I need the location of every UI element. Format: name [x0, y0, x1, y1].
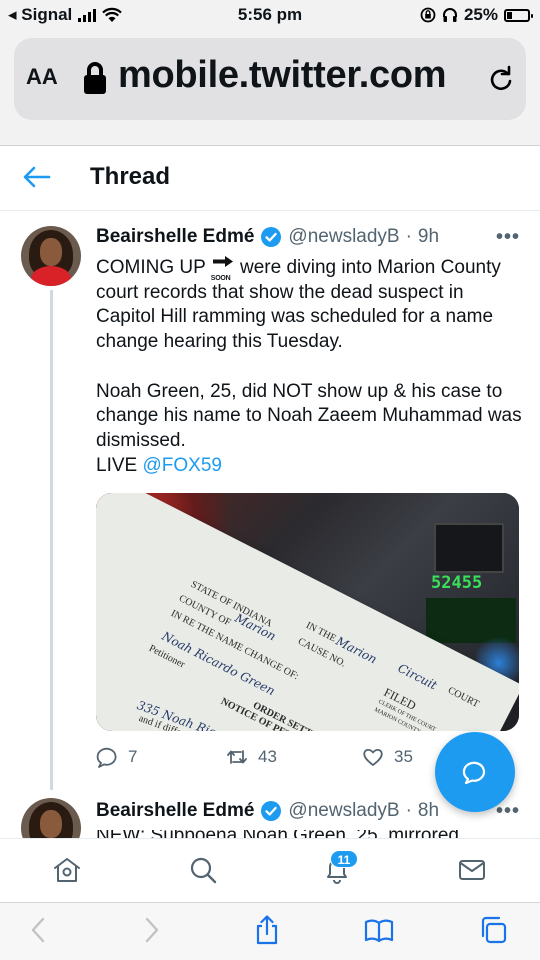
tweet-header: Beairshelle Edmé @newsladyB · 9h — [96, 226, 439, 248]
bookmarks-button[interactable] — [364, 915, 398, 949]
nav-messages[interactable] — [457, 855, 489, 887]
reload-icon[interactable] — [486, 64, 516, 94]
notifications-badge: 11 — [330, 850, 358, 868]
tweet-header: Beairshelle Edmé @newsladyB · 8h — [96, 800, 439, 822]
browser-toolbar — [0, 902, 540, 960]
tweet-text-part: NEW: Subpoena Noah Green, 25, mirrored — [96, 830, 459, 838]
reply-count: 7 — [128, 747, 138, 766]
share-button[interactable] — [252, 915, 286, 949]
tweet-text-paragraph: Noah Green, 25, did NOT show up & his ca… — [96, 380, 522, 451]
like-button[interactable]: 35 — [362, 746, 413, 768]
tweet-text-partial: NEW: Subpoena Noah Green, 25, mirrored — [96, 830, 526, 838]
photo-timer-display: 52455 — [431, 573, 483, 593]
tabs-button[interactable] — [478, 915, 512, 949]
home-icon — [54, 858, 80, 882]
search-icon — [190, 857, 217, 884]
battery-icon — [504, 8, 533, 22]
author-name[interactable]: Beairshelle Edmé — [96, 800, 254, 822]
thread-connector-line — [50, 290, 53, 790]
compose-tweet-button[interactable] — [435, 732, 515, 812]
page-title: Thread — [90, 163, 171, 190]
tweet-photo[interactable]: 52455 STATE OF INDIANA COUNTY OF Marion … — [96, 493, 519, 731]
author-name[interactable]: Beairshelle Edmé — [96, 226, 254, 248]
url-text[interactable]: mobile.twitter.com — [118, 54, 447, 97]
heart-icon — [363, 748, 383, 766]
separator-dot: · — [405, 226, 412, 247]
bookmarks-icon — [364, 919, 394, 943]
mention-link[interactable]: @FOX59 — [142, 455, 221, 476]
browser-address-area: AA mobile.twitter.com — [0, 30, 540, 146]
like-count: 35 — [394, 747, 413, 766]
tweet-timestamp[interactable]: 8h — [418, 800, 439, 822]
retweet-count: 43 — [258, 747, 277, 766]
share-icon — [256, 915, 278, 945]
separator-dot: · — [405, 800, 412, 821]
messages-icon — [459, 860, 485, 880]
status-bar: ◂ Signal 5:56 pm 25% — [0, 0, 540, 30]
author-handle[interactable]: @newsladyB — [288, 800, 399, 822]
more-options-icon[interactable]: ••• — [496, 226, 520, 249]
verified-badge-icon — [261, 227, 282, 247]
soon-arrow-emoji-icon: SOON — [211, 256, 235, 282]
text-size-label: AA — [26, 64, 58, 89]
forward-icon — [145, 917, 159, 943]
back-arrow-icon[interactable] — [22, 165, 52, 189]
tabs-icon — [481, 916, 507, 944]
retweet-icon — [227, 750, 247, 764]
author-handle[interactable]: @newsladyB — [288, 226, 399, 248]
verified-badge-icon — [261, 801, 282, 821]
back-icon — [31, 917, 45, 943]
text-size-button[interactable]: AA — [26, 64, 58, 90]
nav-home[interactable] — [52, 855, 84, 887]
address-bar[interactable]: AA mobile.twitter.com — [14, 38, 526, 120]
retweet-button[interactable]: 43 — [226, 746, 277, 768]
orientation-lock-icon — [420, 7, 436, 23]
status-right: 25% — [420, 5, 533, 25]
browser-back-button[interactable] — [24, 915, 58, 949]
tweet-timestamp[interactable]: 9h — [418, 226, 439, 248]
battery-percent: 25% — [463, 5, 498, 24]
bottom-navigation: 11 — [0, 838, 540, 902]
soon-label: SOON — [210, 275, 231, 282]
tweet-text: COMING UP SOON were diving into Marion C… — [96, 256, 526, 478]
headphones-icon — [442, 8, 457, 22]
live-prefix: LIVE — [96, 454, 138, 476]
lock-icon — [84, 62, 106, 94]
tweet-text-part: COMING UP — [96, 257, 206, 278]
nav-search[interactable] — [188, 855, 220, 887]
reply-button[interactable]: 7 — [96, 746, 137, 768]
reply-icon — [96, 747, 117, 768]
compose-bubble-icon — [462, 761, 486, 785]
thread-header: Thread — [0, 147, 540, 211]
avatar[interactable] — [21, 226, 81, 286]
browser-forward-button[interactable] — [136, 915, 170, 949]
